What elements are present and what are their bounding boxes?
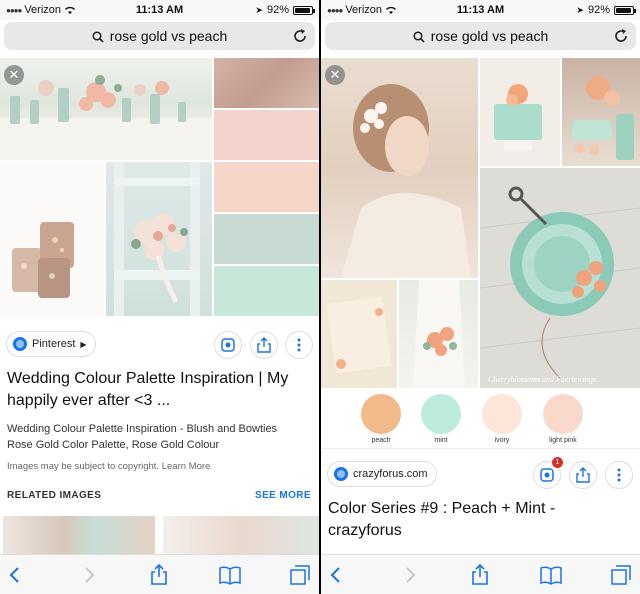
browser-toolbar — [0, 554, 319, 594]
bookmarks-icon[interactable] — [539, 563, 563, 587]
more-icon — [297, 338, 301, 352]
status-bar: ●●●● Verizon 11:13 AM ➤ 92% — [0, 0, 319, 20]
share-button[interactable] — [250, 331, 278, 359]
left-screen: ●●●● Verizon 11:13 AM ➤ 92% rose gold vs p… — [0, 0, 319, 594]
search-icon — [92, 31, 104, 43]
browser-toolbar — [321, 554, 640, 594]
search-query: rose gold vs peach — [109, 28, 228, 44]
battery-fill — [616, 7, 631, 13]
palette-swatch-4 — [214, 214, 319, 264]
back-icon[interactable] — [325, 563, 349, 587]
lens-icon — [221, 338, 235, 352]
dessert-table-photo — [562, 58, 640, 166]
globe-icon — [13, 337, 27, 351]
source-chip[interactable]: crazyforus.com — [327, 461, 437, 487]
status-bar: ●●●● Verizon 11:13 AM ➤ 92% — [321, 0, 640, 20]
plate-key-photo: Cherryblossoms and Faeriewings — [480, 168, 640, 388]
tabs-icon[interactable] — [609, 563, 633, 587]
wedding-table-photo — [0, 58, 212, 160]
swatch-light-pink — [543, 394, 583, 434]
result-image[interactable] — [0, 58, 319, 316]
search-query: rose gold vs peach — [430, 28, 549, 44]
share-icon — [257, 337, 271, 353]
candle-holders-photo — [0, 162, 104, 316]
swatch-label-light-pink: light pink — [549, 437, 577, 444]
result-description: Wedding Colour Palette Inspiration - Blu… — [7, 421, 311, 453]
swatch-label-ivory: ivory — [494, 437, 510, 444]
more-icon — [617, 468, 621, 482]
forward-icon[interactable] — [76, 563, 100, 587]
lens-button[interactable] — [214, 331, 242, 359]
right-screen: ●●●● Verizon 11:13 AM ➤ 92% rose gold vs p… — [321, 0, 640, 594]
result-image[interactable]: Cherryblossoms and Faeriewings — [321, 58, 640, 388]
bouquet-chair-photo — [106, 162, 212, 316]
swatch-ivory — [482, 394, 522, 434]
image-watermark: Cherryblossoms and Faeriewings — [488, 375, 596, 384]
palette-swatch-3 — [214, 162, 319, 212]
divider — [321, 448, 640, 449]
close-icon[interactable]: ✕ — [4, 65, 24, 85]
description-line-1: Wedding Colour Palette Inspiration - Blu… — [7, 423, 278, 435]
battery-percent: 92% — [587, 4, 610, 16]
source-name: crazyforus.com — [353, 468, 428, 480]
forward-icon[interactable] — [397, 563, 421, 587]
more-button[interactable] — [285, 331, 313, 359]
share-icon[interactable] — [147, 563, 171, 587]
bride-portrait-photo — [321, 58, 478, 278]
envelope-photo — [321, 280, 397, 388]
related-image-2[interactable] — [163, 516, 319, 556]
battery-icon — [614, 5, 636, 15]
battery-fill — [295, 7, 310, 13]
globe-icon — [334, 467, 348, 481]
result-title[interactable]: Wedding Colour Palette Inspiration | My … — [7, 368, 311, 412]
see-more-link[interactable]: SEE MORE — [255, 490, 311, 501]
battery-percent: 92% — [266, 4, 289, 16]
back-icon[interactable] — [4, 563, 28, 587]
address-bar[interactable]: rose gold vs peach — [4, 22, 315, 50]
palette-swatch-5 — [214, 266, 319, 316]
search-icon — [413, 31, 425, 43]
notification-badge: 1 — [552, 457, 563, 468]
color-swatches: peach mint ivory light pink — [321, 390, 640, 450]
copyright-notice[interactable]: Images may be subject to copyright. Lear… — [7, 461, 210, 472]
reload-icon[interactable] — [291, 27, 309, 45]
location-icon: ➤ — [255, 4, 263, 15]
bride-bouquet-photo — [399, 280, 478, 388]
palette-swatch-1 — [214, 58, 319, 108]
result-title[interactable]: Color Series #9 : Peach + Mint - crazyfo… — [328, 498, 632, 542]
description-line-2: Rose Gold Color Palette, Rose Gold Colou… — [7, 439, 220, 451]
source-name: Pinterest — [32, 338, 76, 350]
related-images-heading: RELATED IMAGES — [7, 490, 102, 501]
location-icon: ➤ — [576, 4, 584, 15]
address-bar[interactable]: rose gold vs peach — [325, 22, 636, 50]
share-icon — [576, 467, 590, 483]
swatch-label-peach: peach — [371, 437, 391, 444]
reload-icon[interactable] — [612, 27, 630, 45]
share-button[interactable] — [569, 461, 597, 489]
swatch-mint — [421, 394, 461, 434]
battery-icon — [293, 5, 315, 15]
swatch-label-mint: mint — [434, 437, 448, 444]
mint-cake-photo — [480, 58, 560, 166]
chevron-right-icon: ▶ — [80, 339, 87, 349]
lens-button[interactable]: 1 — [533, 457, 563, 489]
related-image-1[interactable] — [3, 516, 155, 556]
bookmarks-icon[interactable] — [218, 563, 242, 587]
lens-icon — [540, 468, 554, 482]
tabs-icon[interactable] — [288, 563, 312, 587]
close-icon[interactable]: ✕ — [325, 65, 345, 85]
source-chip[interactable]: Pinterest ▶ — [6, 331, 96, 357]
palette-swatch-2 — [214, 110, 319, 160]
more-button[interactable] — [605, 461, 633, 489]
share-icon[interactable] — [468, 563, 492, 587]
swatch-peach — [361, 394, 401, 434]
